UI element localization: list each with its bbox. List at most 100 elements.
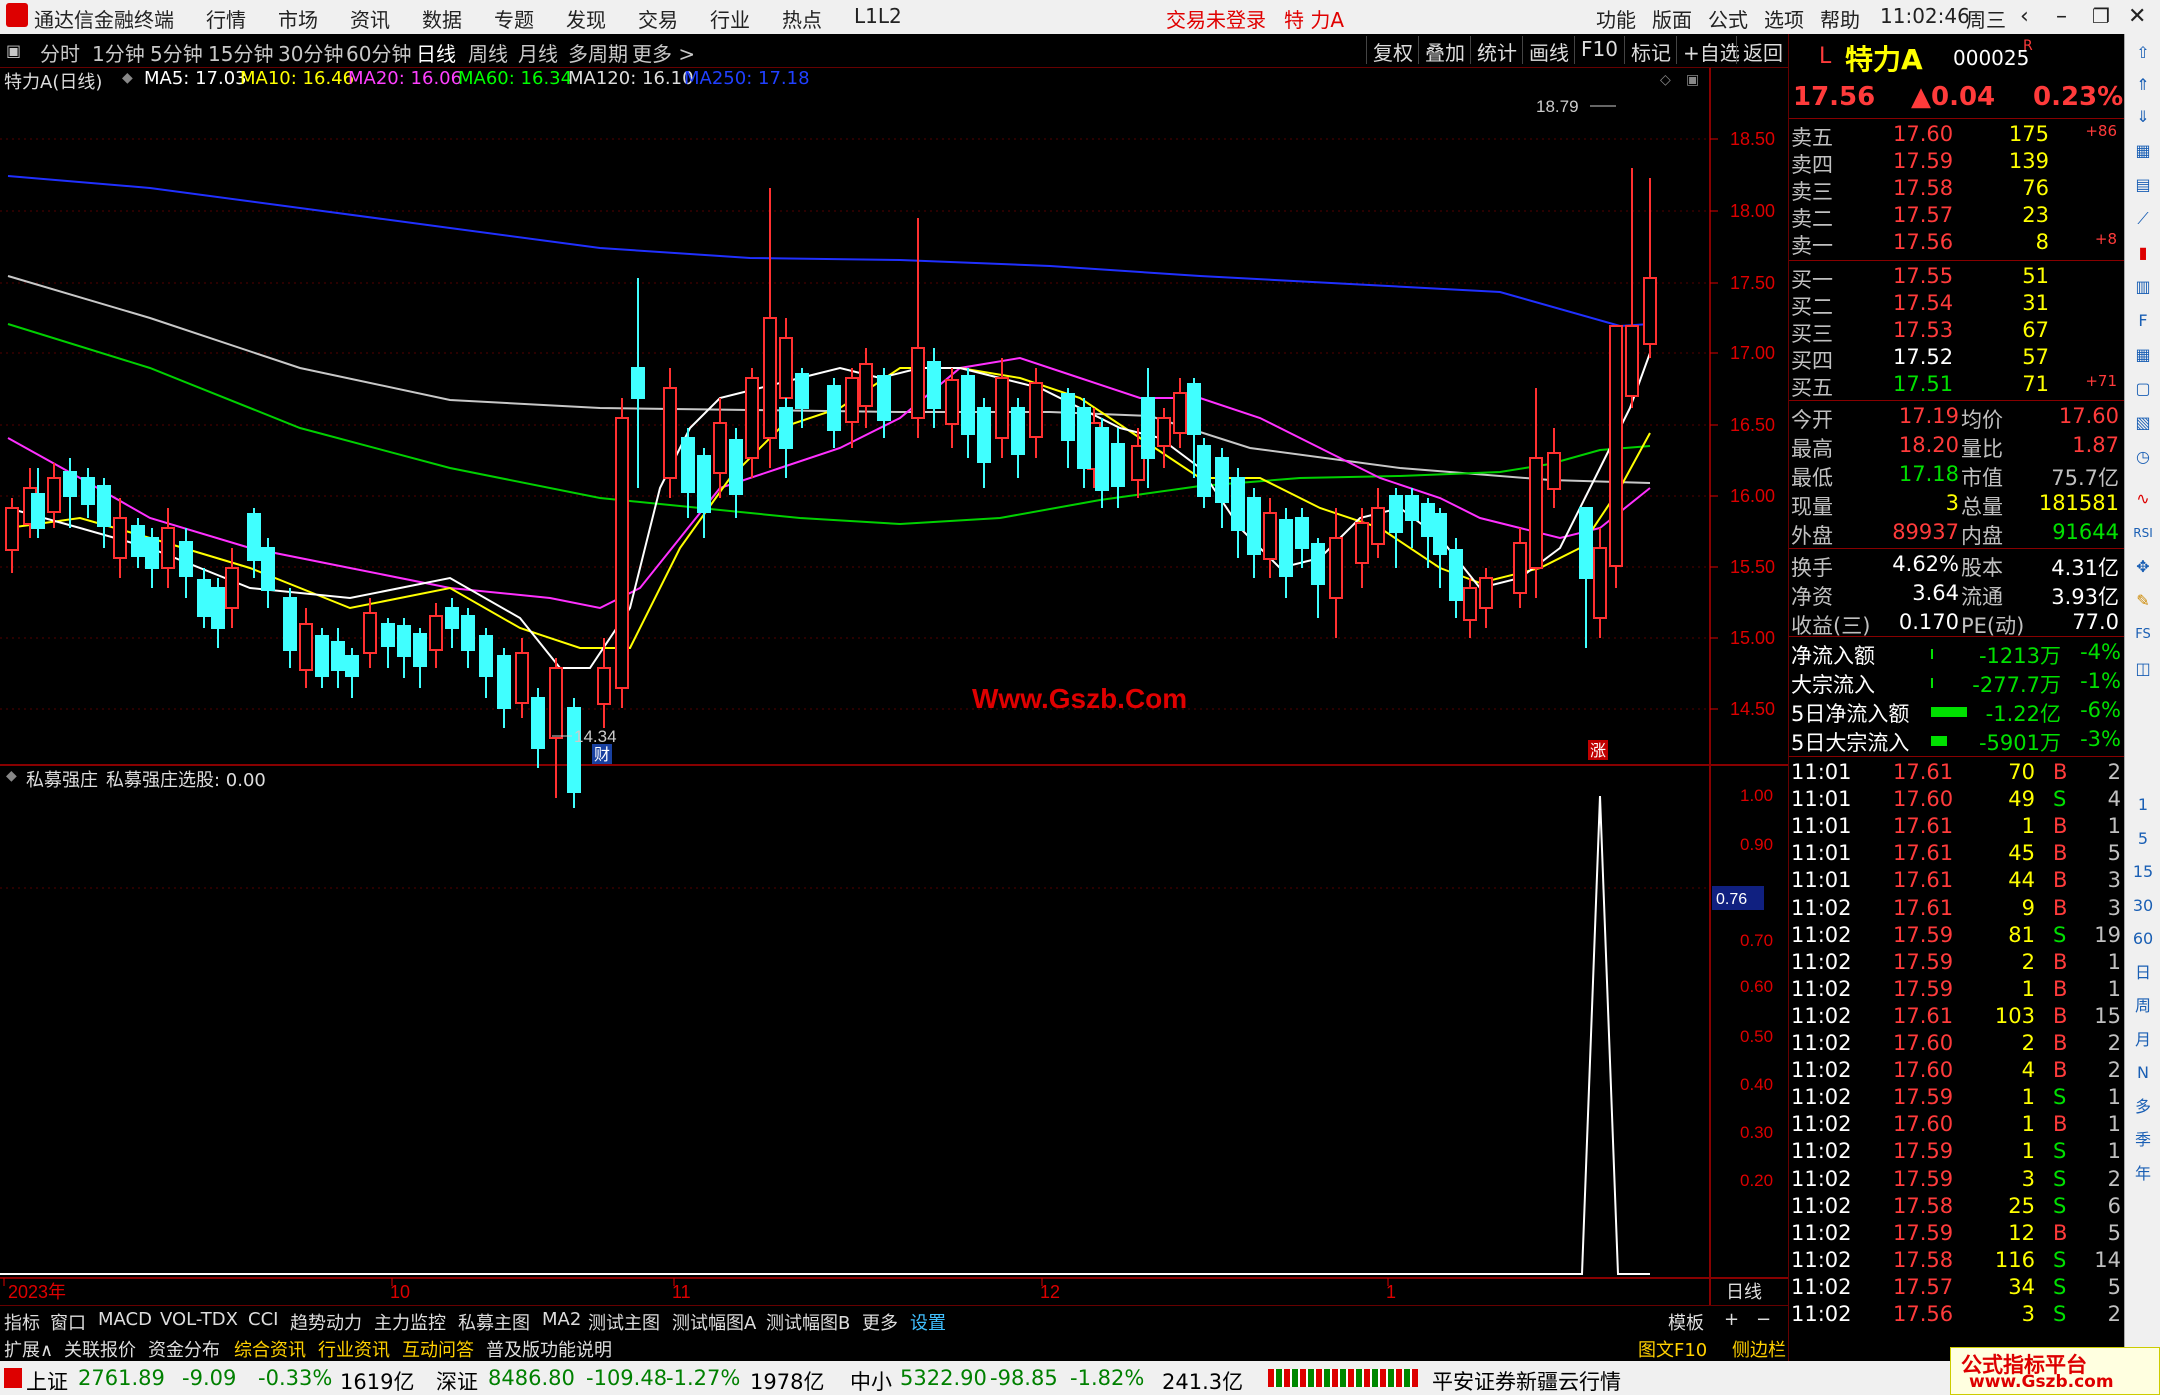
tab-ma2[interactable]: MA2 bbox=[542, 1309, 581, 1330]
sidebar-period-0[interactable]: 1 bbox=[2130, 792, 2156, 818]
add-window-button[interactable]: + bbox=[1724, 1309, 1739, 1330]
tab-qa[interactable]: 互动问答 bbox=[402, 1336, 474, 1362]
menu-gongneng[interactable]: 功能 bbox=[1596, 4, 1636, 33]
sidebar-table-icon[interactable]: ▤ bbox=[2130, 172, 2156, 198]
sidebar-period-11[interactable]: 年 bbox=[2130, 1161, 2156, 1187]
tab-30min[interactable]: 30分钟 bbox=[278, 38, 343, 67]
ask-row[interactable]: 卖三 17.58 76 bbox=[1789, 176, 2125, 204]
tab-macd[interactable]: MACD bbox=[98, 1309, 152, 1330]
sidebar-period-9[interactable]: 多 bbox=[2130, 1094, 2156, 1120]
tab-related-quotes[interactable]: 关联报价 bbox=[64, 1336, 136, 1362]
sidebar-period-7[interactable]: 月 bbox=[2130, 1027, 2156, 1053]
minimize-icon[interactable]: – bbox=[2056, 4, 2067, 29]
sidebar-pencil-icon[interactable]: ✎ bbox=[2130, 588, 2156, 614]
overlay-button[interactable]: 叠加 bbox=[1418, 36, 1471, 65]
menu-zixun[interactable]: 资讯 bbox=[350, 4, 390, 33]
sz-label[interactable]: 深证 bbox=[436, 1366, 478, 1395]
back-icon[interactable]: ‹ bbox=[2020, 4, 2029, 29]
trade-status[interactable]: 交易未登录 bbox=[1166, 4, 1266, 33]
sidebar-period-2[interactable]: 15 bbox=[2130, 859, 2156, 885]
bid-row[interactable]: 买二 17.54 31 bbox=[1789, 291, 2125, 319]
sidebar-period-8[interactable]: N bbox=[2130, 1060, 2156, 1086]
ask-row[interactable]: 卖四 17.59 139 bbox=[1789, 149, 2125, 177]
tab-multi-period[interactable]: 多周期 bbox=[568, 38, 628, 67]
menu-bangzhu[interactable]: 帮助 bbox=[1820, 4, 1860, 33]
sidebar-period-6[interactable]: 周 bbox=[2130, 993, 2156, 1019]
sidebar-up-icon[interactable]: ⇧ bbox=[2130, 40, 2156, 66]
ask-row[interactable]: 卖五 17.60 175 +86 bbox=[1789, 122, 2125, 150]
kline-chart[interactable]: 18.50 18.00 17.50 17.00 16.50 16.00 15.5… bbox=[0, 68, 1788, 1305]
chart-expand-icon[interactable]: ▣ bbox=[1686, 72, 1699, 88]
menu-jiaoyi[interactable]: 交易 bbox=[638, 4, 678, 33]
menu-xuanxiang[interactable]: 选项 bbox=[1764, 4, 1804, 33]
menu-hangqing[interactable]: 行情 bbox=[206, 4, 246, 33]
panel-toggle-icon[interactable]: ▣ bbox=[6, 41, 21, 60]
zx-label[interactable]: 中小 bbox=[850, 1366, 892, 1395]
tab-expand[interactable]: 扩展∧ bbox=[4, 1336, 53, 1362]
tab-weekly[interactable]: 周线 bbox=[468, 38, 508, 67]
sidebar-rsi-icon[interactable]: RSI bbox=[2130, 520, 2156, 546]
tab-private-main[interactable]: 私募主图 bbox=[458, 1309, 530, 1335]
chart-options-icon[interactable]: ◇ bbox=[1660, 72, 1671, 88]
tab-window[interactable]: 窗口 bbox=[50, 1309, 86, 1335]
fuquan-button[interactable]: 复权 bbox=[1366, 36, 1419, 65]
sidebar-f10-icon[interactable]: F bbox=[2130, 308, 2156, 334]
menu-shichang[interactable]: 市场 bbox=[278, 4, 318, 33]
bid-row[interactable]: 买三 17.53 67 bbox=[1789, 318, 2125, 346]
mark-button[interactable]: 标记 bbox=[1624, 36, 1677, 65]
tab-main-monitor[interactable]: 主力监控 bbox=[374, 1309, 446, 1335]
tab-trend-power[interactable]: 趋势动力 bbox=[290, 1309, 362, 1335]
bid-row[interactable]: 买五 17.51 71 +71 bbox=[1789, 372, 2125, 400]
f10-button[interactable]: F10 bbox=[1574, 36, 1624, 64]
menu-zhuanti[interactable]: 专题 bbox=[494, 4, 534, 33]
tab-vol-tdx[interactable]: VOL-TDX bbox=[160, 1309, 238, 1330]
sidebar-fz-icon[interactable]: ▧ bbox=[2130, 410, 2156, 436]
sidebar-up-arrow-icon[interactable]: ⇑ bbox=[2130, 72, 2156, 98]
tab-industry-info[interactable]: 行业资讯 bbox=[318, 1336, 390, 1362]
ask-row[interactable]: 卖一 17.56 8 +8 bbox=[1789, 230, 2125, 258]
sidebar-chart-icon[interactable]: ▦ bbox=[2130, 138, 2156, 164]
tab-basic-help[interactable]: 普及版功能说明 bbox=[486, 1336, 612, 1362]
ask-row[interactable]: 卖二 17.57 23 bbox=[1789, 203, 2125, 231]
tab-monthly[interactable]: 月线 bbox=[518, 38, 558, 67]
menu-redian[interactable]: 热点 bbox=[782, 4, 822, 33]
tab-test-sub-b[interactable]: 测试幅图B bbox=[766, 1309, 850, 1335]
sidebar-fs-icon[interactable]: FS bbox=[2130, 622, 2156, 648]
tab-test-sub-a[interactable]: 测试幅图A bbox=[672, 1309, 756, 1335]
sidebar-kline-icon[interactable]: ▮ bbox=[2130, 240, 2156, 266]
tab-f10-graphic[interactable]: 图文F10 bbox=[1638, 1336, 1707, 1362]
indicator-name[interactable]: 私募强庄 bbox=[26, 766, 98, 792]
tab-cci[interactable]: CCI bbox=[248, 1309, 278, 1330]
bid-row[interactable]: 买四 17.52 57 bbox=[1789, 345, 2125, 373]
tab-general-info[interactable]: 综合资讯 bbox=[234, 1336, 306, 1362]
sidebar-list-icon[interactable]: ▥ bbox=[2130, 274, 2156, 300]
sidebar-grid-icon[interactable]: ▦ bbox=[2130, 342, 2156, 368]
sh-label[interactable]: 上证 bbox=[26, 1366, 68, 1395]
tab-15min[interactable]: 15分钟 bbox=[208, 38, 273, 67]
tab-fund-distribution[interactable]: 资金分布 bbox=[148, 1336, 220, 1362]
sidebar-period-10[interactable]: 季 bbox=[2130, 1127, 2156, 1153]
template-button[interactable]: 模板 bbox=[1668, 1309, 1704, 1335]
close-icon[interactable]: ✕ bbox=[2128, 4, 2146, 29]
sidebar-move-icon[interactable]: ✥ bbox=[2130, 554, 2156, 580]
restore-icon[interactable]: ❐ bbox=[2092, 4, 2110, 28]
sidebar-period-5[interactable]: 日 bbox=[2130, 960, 2156, 986]
menu-gongshi[interactable]: 公式 bbox=[1708, 4, 1748, 33]
sidebar-period-1[interactable]: 5 bbox=[2130, 826, 2156, 852]
tab-daily[interactable]: 日线 bbox=[416, 38, 456, 67]
tab-60min[interactable]: 60分钟 bbox=[346, 38, 411, 67]
tab-fenshi[interactable]: 分时 bbox=[40, 38, 80, 67]
sidebar-split-icon[interactable]: ◫ bbox=[2130, 656, 2156, 682]
remove-window-button[interactable]: − bbox=[1756, 1309, 1771, 1330]
sidebar-period-4[interactable]: 60 bbox=[2130, 926, 2156, 952]
menu-banmian[interactable]: 版面 bbox=[1652, 4, 1692, 33]
indicator-settings-icon[interactable]: ◆ bbox=[6, 768, 17, 784]
sidebar-down-arrow-icon[interactable]: ⇓ bbox=[2130, 104, 2156, 130]
sidebar-doc-icon[interactable]: ▢ bbox=[2130, 376, 2156, 402]
menu-faxian[interactable]: 发现 bbox=[566, 4, 606, 33]
tab-settings[interactable]: 设置 bbox=[910, 1309, 946, 1335]
tab-indicator[interactable]: 指标 bbox=[4, 1309, 40, 1335]
sidebar-time-icon[interactable]: ◷ bbox=[2130, 444, 2156, 470]
sidebar-line-chart-icon[interactable]: ⟋ bbox=[2130, 206, 2156, 232]
sidebar-period-3[interactable]: 30 bbox=[2130, 893, 2156, 919]
